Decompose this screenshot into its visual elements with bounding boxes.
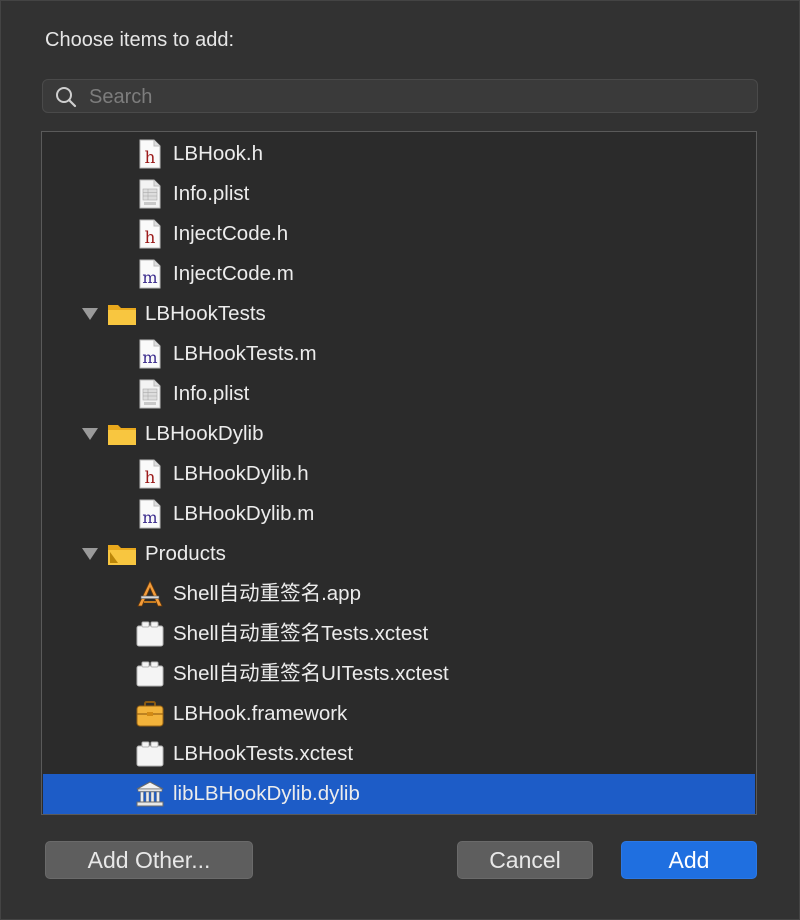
tree-file-row[interactable]: LBHook.framework xyxy=(43,694,755,734)
tree-item-label: LBHookDylib.h xyxy=(173,462,309,485)
xctest-bundle-icon xyxy=(135,619,165,649)
cancel-button[interactable]: Cancel xyxy=(457,841,593,879)
xctest-bundle-icon xyxy=(135,659,165,689)
tree-file-row[interactable]: h LBHookDylib.h xyxy=(43,454,755,494)
tree-item-label: LBHookTests.xctest xyxy=(173,742,354,765)
plist-file-icon xyxy=(135,179,165,209)
tree-file-row[interactable]: h LBHook.h xyxy=(43,134,755,174)
svg-text:m: m xyxy=(142,348,157,367)
search-field[interactable] xyxy=(42,79,758,113)
tree-item-label: libLBHookDylib.dylib xyxy=(173,782,360,805)
header-file-icon: h xyxy=(135,139,165,169)
tree-file-row[interactable]: Shell自动重签名.app xyxy=(43,574,755,614)
add-button[interactable]: Add xyxy=(621,841,757,879)
tree-file-row[interactable]: Info.plist xyxy=(43,174,755,214)
svg-text:h: h xyxy=(145,148,156,168)
folder-icon xyxy=(107,299,137,329)
tree-item-label: LBHookDylib.m xyxy=(173,502,315,525)
tree-item-label: Shell自动重签名UITests.xctest xyxy=(173,662,449,685)
plist-file-icon xyxy=(135,379,165,409)
disclosure-triangle-icon[interactable] xyxy=(82,307,98,321)
search-icon xyxy=(56,87,77,108)
add-other-button[interactable]: Add Other... xyxy=(45,841,253,879)
header-file-icon: h xyxy=(135,459,165,489)
disclosure-triangle-icon[interactable] xyxy=(82,427,98,441)
file-tree[interactable]: h LBHook.h Info.plist h InjectCode.h m InjectC… xyxy=(41,131,757,815)
dialog-prompt: Choose items to add: xyxy=(45,29,234,51)
objc-source-file-icon: m xyxy=(135,499,165,529)
tree-item-label: Shell自动重签名Tests.xctest xyxy=(173,622,429,645)
xctest-bundle-icon xyxy=(135,739,165,769)
tree-folder-row[interactable]: LBHookDylib xyxy=(43,414,755,454)
svg-text:h: h xyxy=(145,228,156,248)
tree-item-label: Products xyxy=(145,542,226,565)
products-folder-icon xyxy=(107,539,137,569)
tree-item-label: LBHook.h xyxy=(173,142,264,165)
tree-item-label: InjectCode.h xyxy=(173,222,289,245)
tree-file-row[interactable]: Info.plist xyxy=(43,374,755,414)
svg-text:m: m xyxy=(142,268,157,287)
tree-file-row[interactable]: m LBHookTests.m xyxy=(43,334,755,374)
header-file-icon: h xyxy=(135,219,165,249)
tree-item-label: LBHookTests.m xyxy=(173,342,317,365)
tree-item-label: LBHookDylib xyxy=(145,422,264,445)
tree-file-row[interactable]: Shell自动重签名Tests.xctest xyxy=(43,614,755,654)
framework-icon xyxy=(135,699,165,729)
disclosure-triangle-icon[interactable] xyxy=(82,547,98,561)
dylib-icon xyxy=(135,779,165,809)
tree-item-label: Shell自动重签名.app xyxy=(173,582,361,605)
tree-item-label: InjectCode.m xyxy=(173,262,294,285)
objc-source-file-icon: m xyxy=(135,339,165,369)
folder-icon xyxy=(107,419,137,449)
tree-file-row[interactable]: m LBHookDylib.m xyxy=(43,494,755,534)
tree-item-label: LBHookTests xyxy=(145,302,266,325)
tree-file-row[interactable]: h InjectCode.h xyxy=(43,214,755,254)
tree-item-label: Info.plist xyxy=(173,382,250,405)
tree-file-row[interactable]: m InjectCode.m xyxy=(43,254,755,294)
tree-file-row[interactable]: libLBHookDylib.dylib xyxy=(43,774,755,814)
search-input[interactable] xyxy=(87,82,751,112)
add-files-dialog: Choose items to add: h LBHook.h Info.plist… xyxy=(0,0,800,920)
objc-source-file-icon: m xyxy=(135,259,165,289)
svg-text:h: h xyxy=(145,468,156,488)
tree-item-label: LBHook.framework xyxy=(173,702,348,725)
tree-file-row[interactable]: LBHookTests.xctest xyxy=(43,734,755,774)
tree-folder-row[interactable]: Products xyxy=(43,534,755,574)
tree-item-label: Info.plist xyxy=(173,182,250,205)
svg-text:m: m xyxy=(142,508,157,527)
app-icon xyxy=(135,579,165,609)
tree-file-row[interactable]: Shell自动重签名UITests.xctest xyxy=(43,654,755,694)
tree-folder-row[interactable]: LBHookTests xyxy=(43,294,755,334)
